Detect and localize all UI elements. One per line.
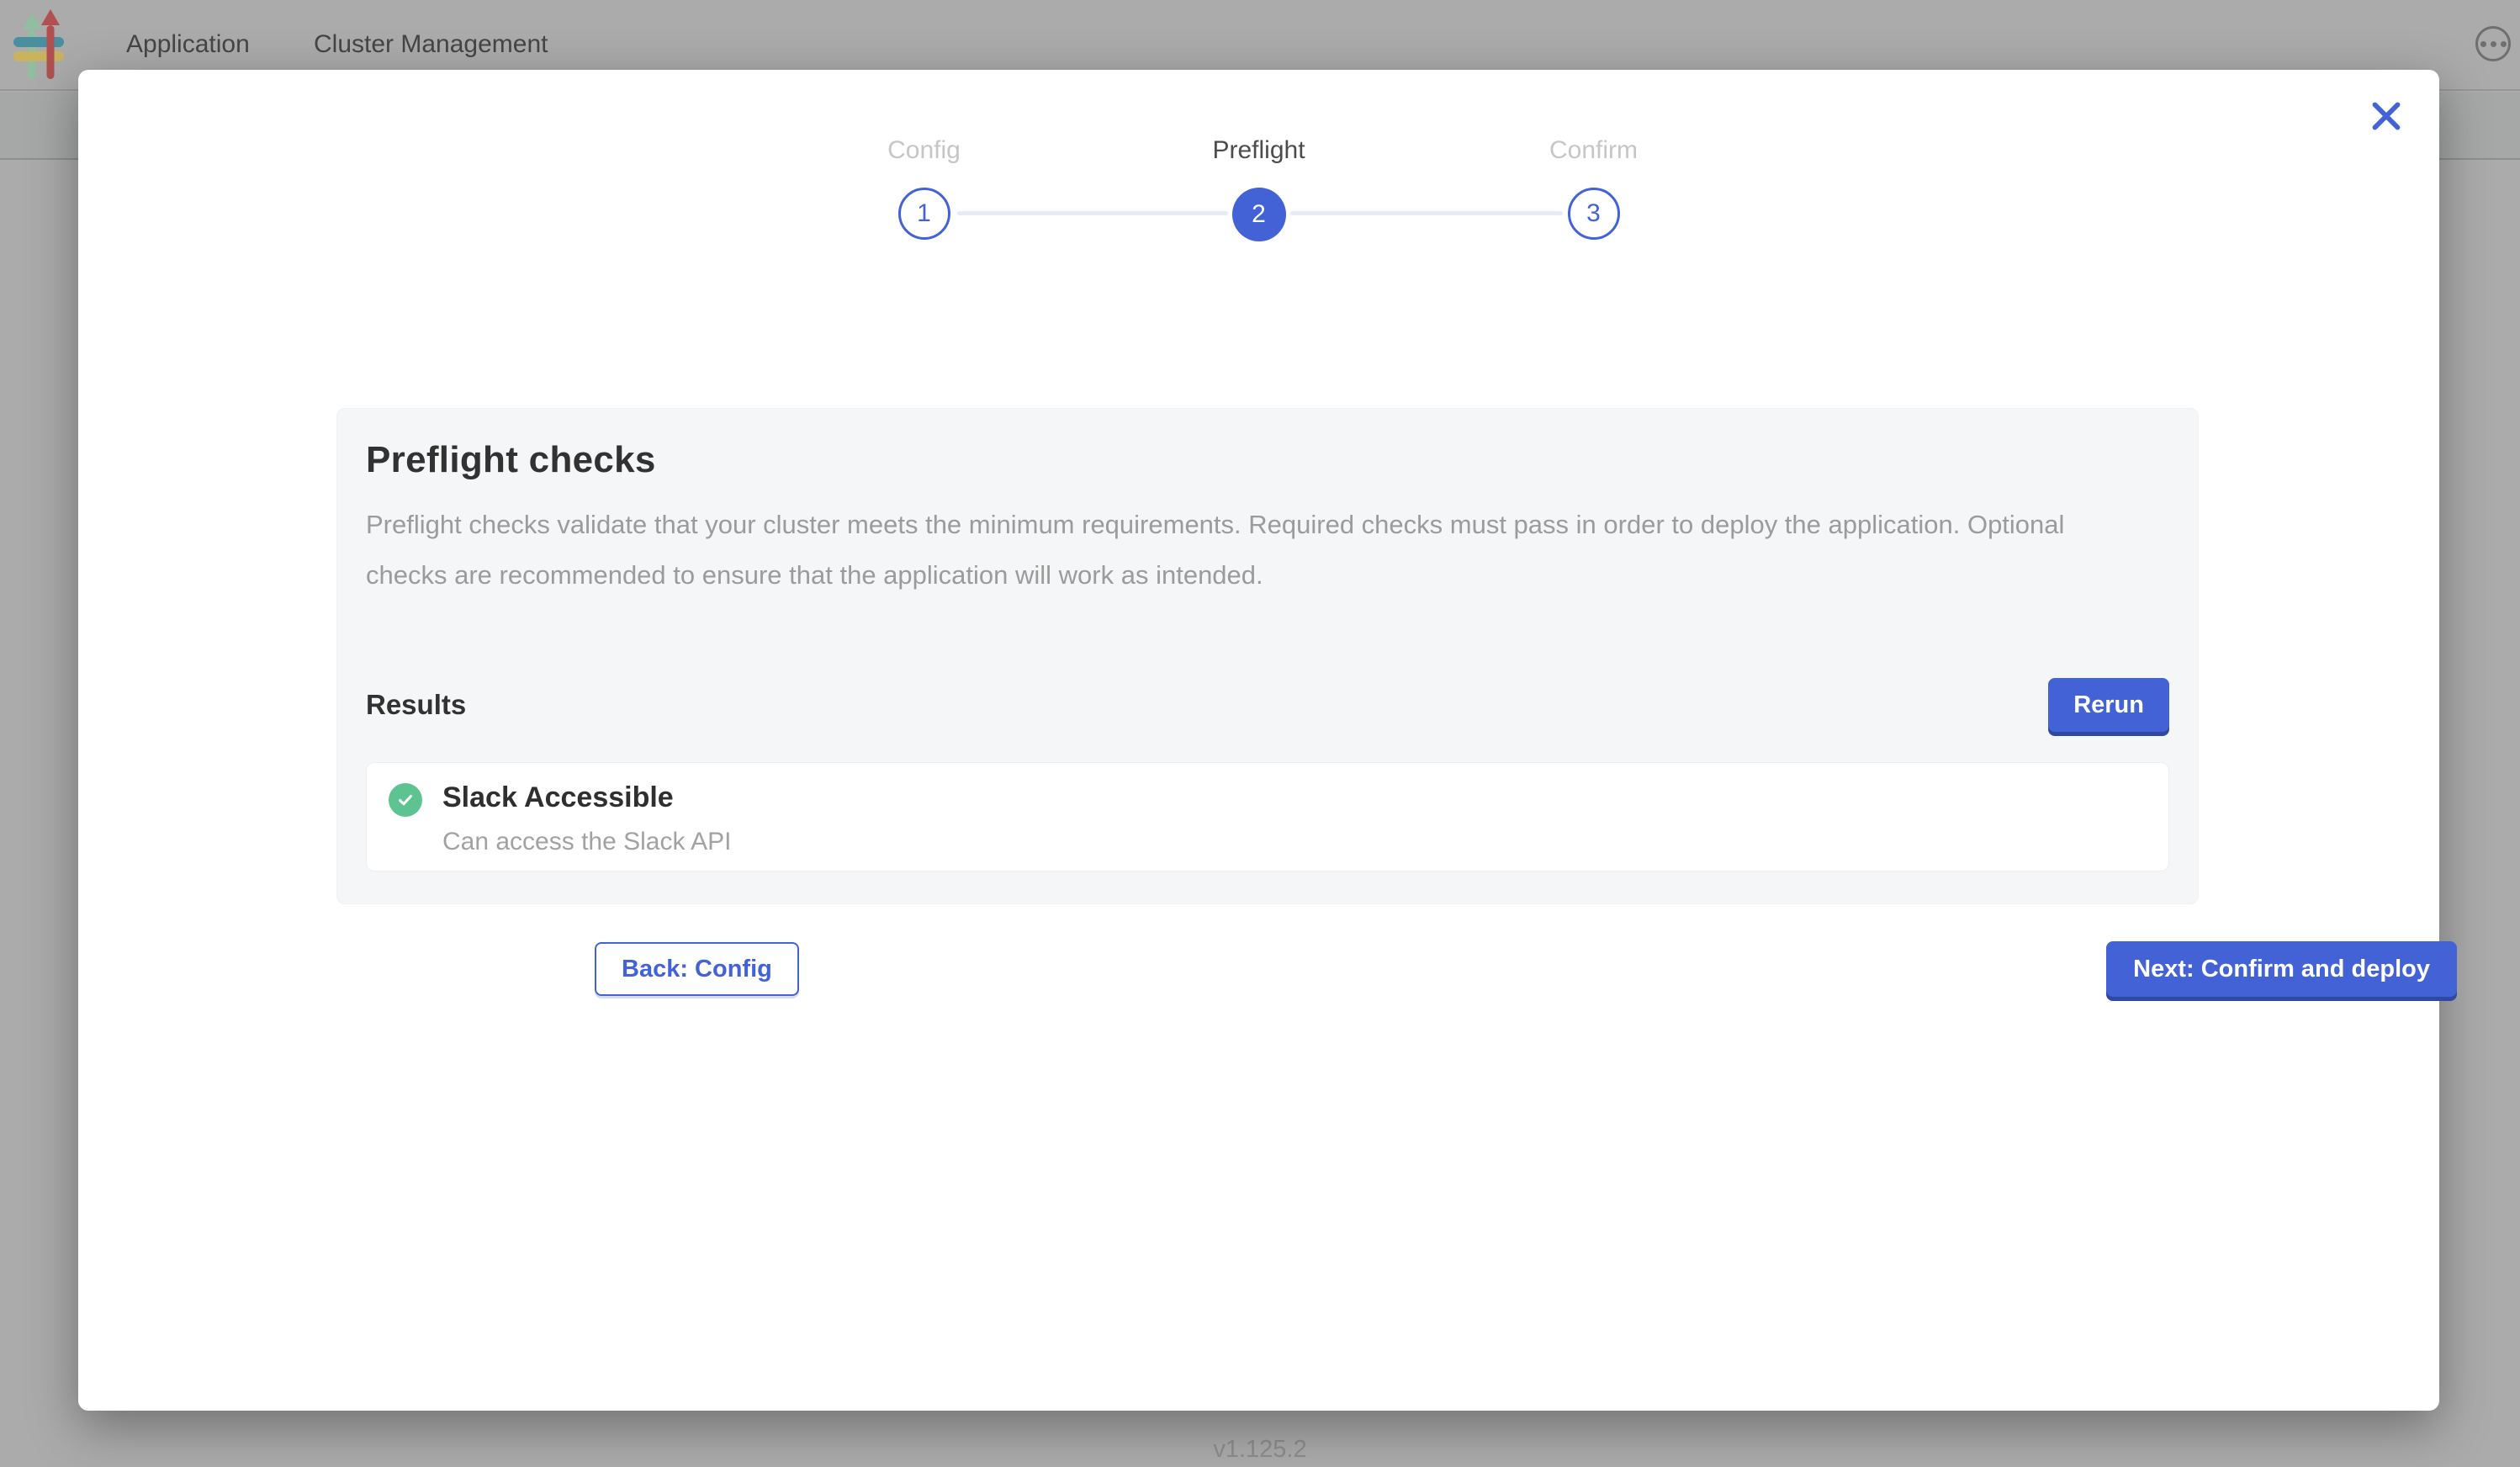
step-label: Preflight — [1150, 134, 1369, 167]
check-detail: Can access the Slack API — [442, 829, 732, 855]
panel-description: Preflight checks validate that your clus… — [366, 500, 2111, 601]
rerun-button[interactable]: Rerun — [2048, 678, 2169, 732]
results-row: Results Rerun — [366, 678, 2169, 732]
step-label: Config — [815, 134, 1034, 167]
app-logo-icon — [12, 7, 66, 84]
preflight-panel: Preflight checks Preflight checks valida… — [336, 408, 2199, 904]
dot — [2491, 41, 2496, 47]
wizard-stepper: Config 1 Preflight 2 Confirm 3 — [898, 134, 1620, 240]
preflight-modal: Config 1 Preflight 2 Confirm 3 Preflight… — [78, 70, 2439, 1411]
modal-content: Preflight checks Preflight checks valida… — [336, 408, 2199, 997]
next-confirm-deploy-button[interactable]: Next: Confirm and deploy — [2106, 941, 2457, 997]
step-label: Confirm — [1485, 134, 1703, 167]
version-label: v1.125.2 — [0, 1436, 2520, 1464]
dot — [2480, 41, 2486, 47]
panel-title: Preflight checks — [366, 439, 2169, 481]
results-heading: Results — [366, 689, 466, 721]
step-config: Config 1 — [815, 134, 1034, 240]
wizard-footer: Back: Config Next: Confirm and deploy — [595, 941, 2457, 997]
close-icon[interactable] — [2365, 95, 2407, 137]
check-pass-icon — [389, 783, 422, 817]
ellipsis-menu-icon[interactable] — [2475, 26, 2511, 61]
check-body: Slack Accessible Can access the Slack AP… — [442, 781, 732, 855]
back-config-button[interactable]: Back: Config — [595, 942, 799, 996]
step-preflight: Preflight 2 — [1150, 134, 1369, 241]
step-number-badge: 3 — [1568, 188, 1620, 240]
preflight-check-result: Slack Accessible Can access the Slack AP… — [366, 762, 2169, 871]
step-number-badge: 1 — [898, 188, 950, 240]
dot — [2501, 41, 2507, 47]
step-number-badge: 2 — [1232, 188, 1286, 241]
check-title: Slack Accessible — [442, 781, 732, 813]
step-confirm: Confirm 3 — [1485, 134, 1703, 240]
